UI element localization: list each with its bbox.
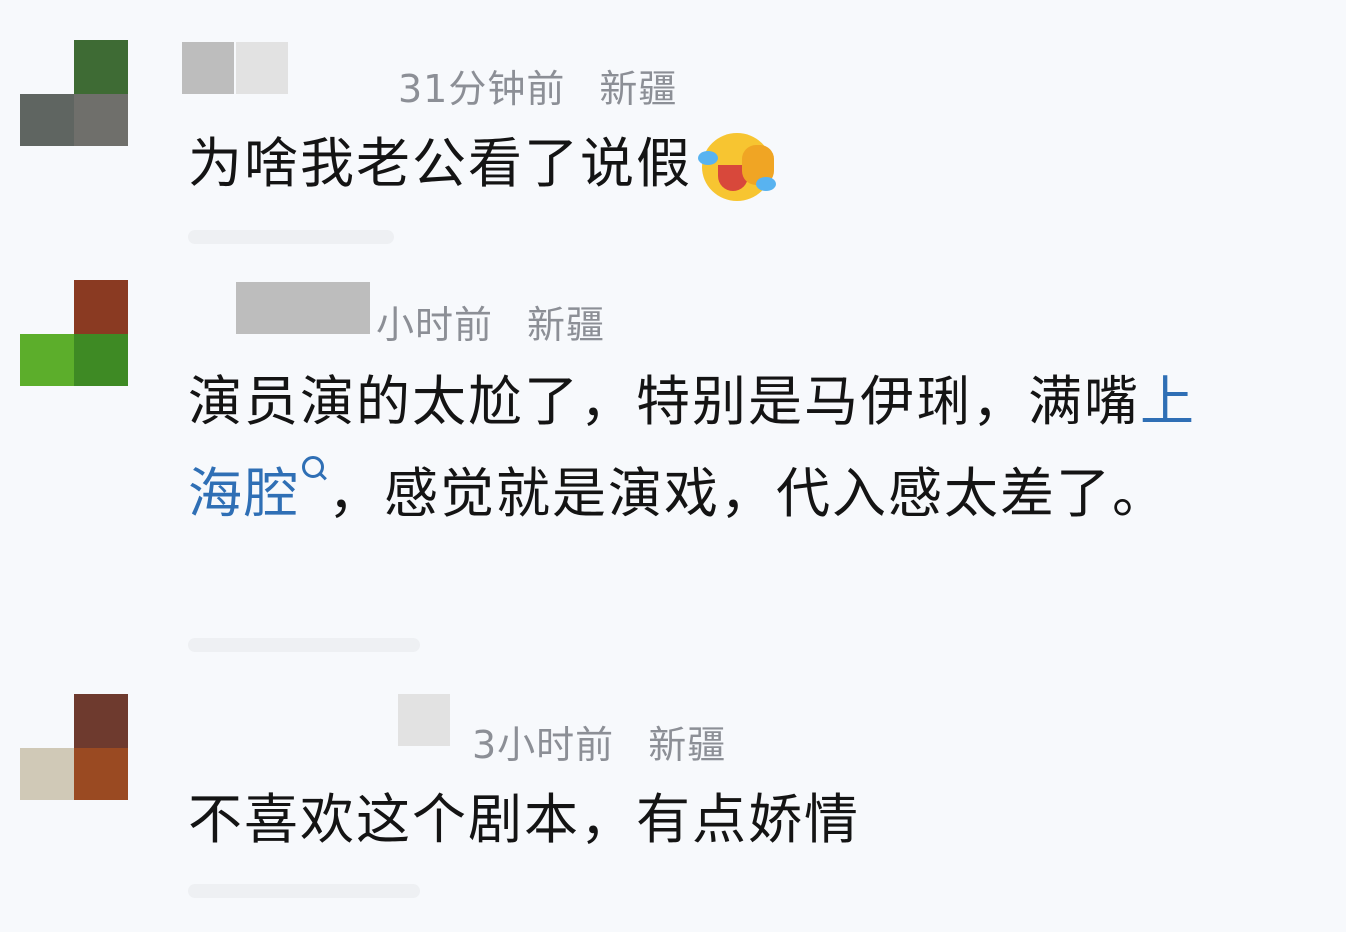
avatar[interactable] xyxy=(20,694,128,802)
comment-time: 31分钟前 xyxy=(398,67,566,111)
comment-body: 为啥我老公看了说假 xyxy=(188,132,692,195)
comment-body: 不喜欢这个剧本，有点娇情 xyxy=(188,788,860,851)
reply-bar[interactable] xyxy=(188,230,394,244)
laughing-crying-emoji-icon xyxy=(698,131,778,203)
reply-bar[interactable] xyxy=(188,884,420,898)
reply-bar[interactable] xyxy=(188,638,420,652)
comment-text: 演员演的太尬了，特别是马伊琍，满嘴上海腔 ，感觉就是演戏，代入感太差了。 xyxy=(188,356,1248,540)
comment-meta: 小时前 新疆 xyxy=(376,294,605,349)
comment-text: 为啥我老公看了说假 xyxy=(188,118,1248,210)
comment-body: 演员演的太尬了，特别是马伊琍，满嘴 xyxy=(188,370,1140,433)
search-icon[interactable] xyxy=(300,456,328,496)
username-mask xyxy=(236,42,288,94)
username-mask xyxy=(182,42,234,94)
comment-body: ，感觉就是演戏，代入感太差了。 xyxy=(328,462,1168,525)
username-mask xyxy=(398,694,450,746)
username-mask xyxy=(236,282,370,334)
avatar[interactable] xyxy=(20,280,128,388)
comment-time: 3小时前 xyxy=(472,723,615,767)
avatar[interactable] xyxy=(20,40,128,148)
comment-text: 不喜欢这个剧本，有点娇情 xyxy=(188,774,1248,866)
comment-meta: 31分钟前 新疆 xyxy=(398,58,677,113)
comment-location: 新疆 xyxy=(648,723,727,767)
comment-location: 新疆 xyxy=(527,303,606,347)
comment-time: 小时前 xyxy=(376,303,494,347)
comment-meta: 3小时前 新疆 xyxy=(472,714,726,769)
comment-location: 新疆 xyxy=(599,67,678,111)
